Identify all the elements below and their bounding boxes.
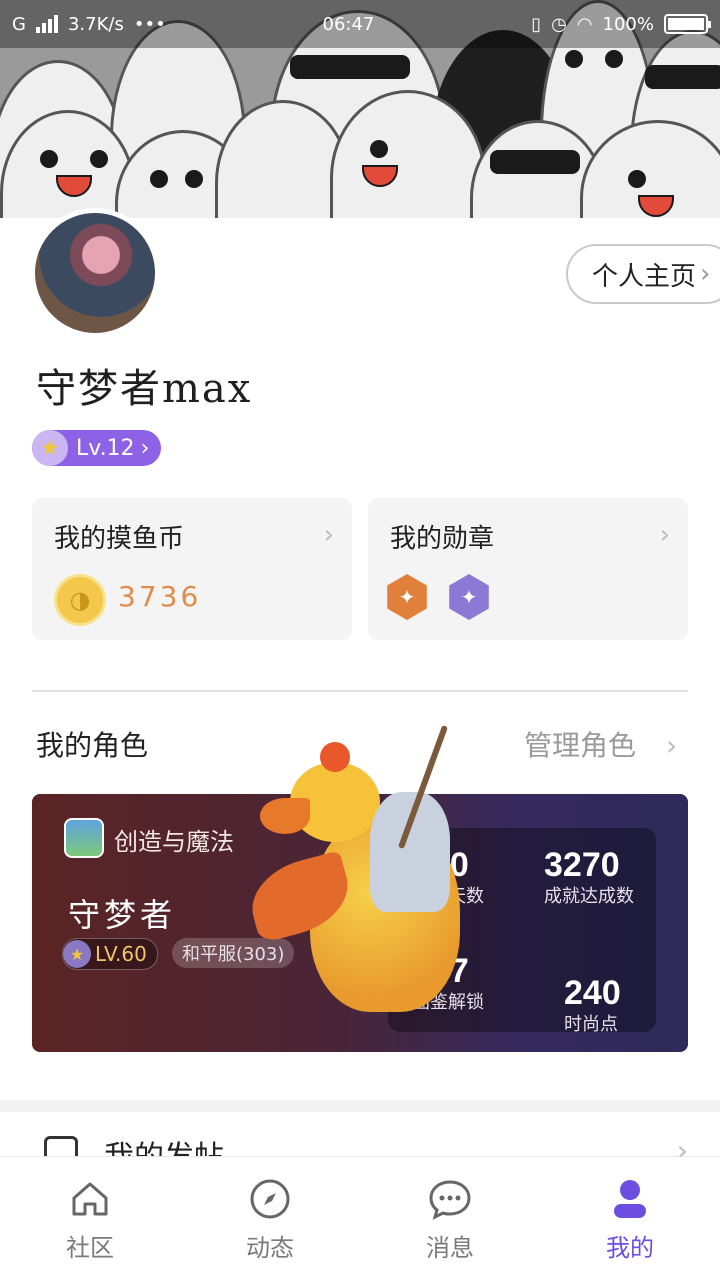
medals-card[interactable]: 我的勋章 › ✦ ✦ bbox=[368, 498, 688, 640]
stat-codex-unlocked: 337 图鉴解锁 bbox=[412, 952, 484, 1015]
stat-value: 100 bbox=[412, 846, 469, 884]
battery-icon bbox=[664, 14, 711, 34]
coins-card-title: 我的摸鱼币 bbox=[54, 524, 185, 554]
orange-medal-icon[interactable]: ✦ bbox=[387, 574, 427, 620]
manage-roles-label: 管理角色 bbox=[524, 729, 637, 762]
chevron-right-icon: › bbox=[700, 259, 711, 289]
carrier-label: G bbox=[12, 13, 26, 35]
tab-community[interactable]: 社区 bbox=[0, 1157, 180, 1281]
game-icon bbox=[64, 818, 104, 858]
tab-messages[interactable]: 消息 bbox=[360, 1157, 540, 1281]
my-posts-row[interactable]: 我的发帖 › bbox=[0, 1112, 720, 1156]
manage-roles-link[interactable]: 管理角色 › bbox=[524, 724, 677, 764]
star-icon: ★ bbox=[32, 430, 68, 466]
tab-label: 我的 bbox=[606, 1233, 654, 1262]
role-card[interactable]: 创造与魔法 守梦者 ★ LV.60 和平服(303) 100 登录天数 3270… bbox=[32, 794, 688, 1052]
stat-achievements: 3270 成就达成数 bbox=[544, 846, 640, 909]
wifi-icon: ◠ bbox=[576, 13, 593, 35]
level-badge[interactable]: ★ Lv.12 › bbox=[32, 430, 162, 466]
vibrate-icon: ▯ bbox=[531, 13, 542, 35]
chat-bubble-icon bbox=[427, 1176, 473, 1222]
star-icon: ★ bbox=[63, 940, 91, 968]
notification-dots: ••• bbox=[133, 13, 166, 35]
personal-homepage-label: 个人主页 bbox=[592, 261, 697, 292]
clock: 06:47 bbox=[322, 13, 375, 35]
my-roles-title: 我的角色 bbox=[36, 729, 149, 762]
game-name: 创造与魔法 bbox=[114, 828, 234, 856]
personal-homepage-button[interactable]: 个人主页 › bbox=[566, 244, 720, 304]
role-level-label: LV.60 bbox=[95, 942, 147, 966]
username: 守梦者max bbox=[36, 366, 253, 412]
status-bar: G 3.7K/s ••• 06:47 ▯ ◷ ◠ 100% bbox=[0, 0, 720, 48]
signal-icon bbox=[35, 15, 58, 33]
tab-me[interactable]: 我的 bbox=[540, 1157, 720, 1281]
section-separator bbox=[0, 1100, 720, 1112]
fish-coin-icon: ◑ bbox=[54, 574, 106, 626]
chevron-right-icon: › bbox=[140, 435, 150, 461]
tab-label: 社区 bbox=[66, 1233, 114, 1262]
stat-label: 图鉴解锁 bbox=[412, 992, 484, 1013]
network-speed: 3.7K/s bbox=[67, 13, 124, 35]
stat-fashion-points: 240 时尚点 bbox=[564, 974, 621, 1037]
chevron-right-icon: › bbox=[323, 520, 334, 550]
role-name: 守梦者 bbox=[68, 896, 177, 934]
stat-label: 成就达成数 bbox=[544, 886, 634, 907]
stat-login-days: 100 登录天数 bbox=[412, 846, 484, 909]
stat-value: 240 bbox=[564, 974, 621, 1012]
section-divider bbox=[32, 690, 688, 692]
avatar[interactable] bbox=[30, 208, 160, 338]
tab-label: 消息 bbox=[426, 1233, 474, 1262]
stat-value: 337 bbox=[412, 952, 469, 990]
home-icon bbox=[67, 1176, 113, 1222]
alarm-icon: ◷ bbox=[551, 13, 567, 35]
coins-card[interactable]: 我的摸鱼币 › ◑ 3736 bbox=[32, 498, 352, 640]
level-label: Lv.12 bbox=[76, 435, 135, 461]
chevron-right-icon: › bbox=[676, 1134, 688, 1156]
stat-label: 时尚点 bbox=[564, 1014, 618, 1035]
person-icon bbox=[607, 1176, 653, 1222]
role-level-badge: ★ LV.60 bbox=[62, 938, 158, 970]
tab-label: 动态 bbox=[246, 1233, 294, 1262]
stat-label: 登录天数 bbox=[412, 886, 484, 907]
compass-icon bbox=[247, 1176, 293, 1222]
role-stats-panel: 100 登录天数 3270 成就达成数 337 图鉴解锁 240 时尚点 bbox=[388, 828, 656, 1035]
server-tag: 和平服(303) bbox=[172, 938, 295, 968]
document-icon bbox=[44, 1136, 78, 1156]
coin-count: 3736 bbox=[118, 580, 202, 613]
stat-value: 3270 bbox=[544, 846, 620, 884]
bottom-tab-bar: 社区 动态 消息 我的 bbox=[0, 1156, 720, 1281]
battery-percent: 100% bbox=[602, 13, 654, 35]
my-posts-label: 我的发帖 bbox=[104, 1132, 224, 1156]
chevron-right-icon: › bbox=[659, 520, 670, 550]
medals-card-title: 我的勋章 bbox=[390, 524, 495, 554]
chevron-right-icon: › bbox=[666, 729, 678, 762]
purple-medal-icon[interactable]: ✦ bbox=[449, 574, 489, 620]
tab-feed[interactable]: 动态 bbox=[180, 1157, 360, 1281]
